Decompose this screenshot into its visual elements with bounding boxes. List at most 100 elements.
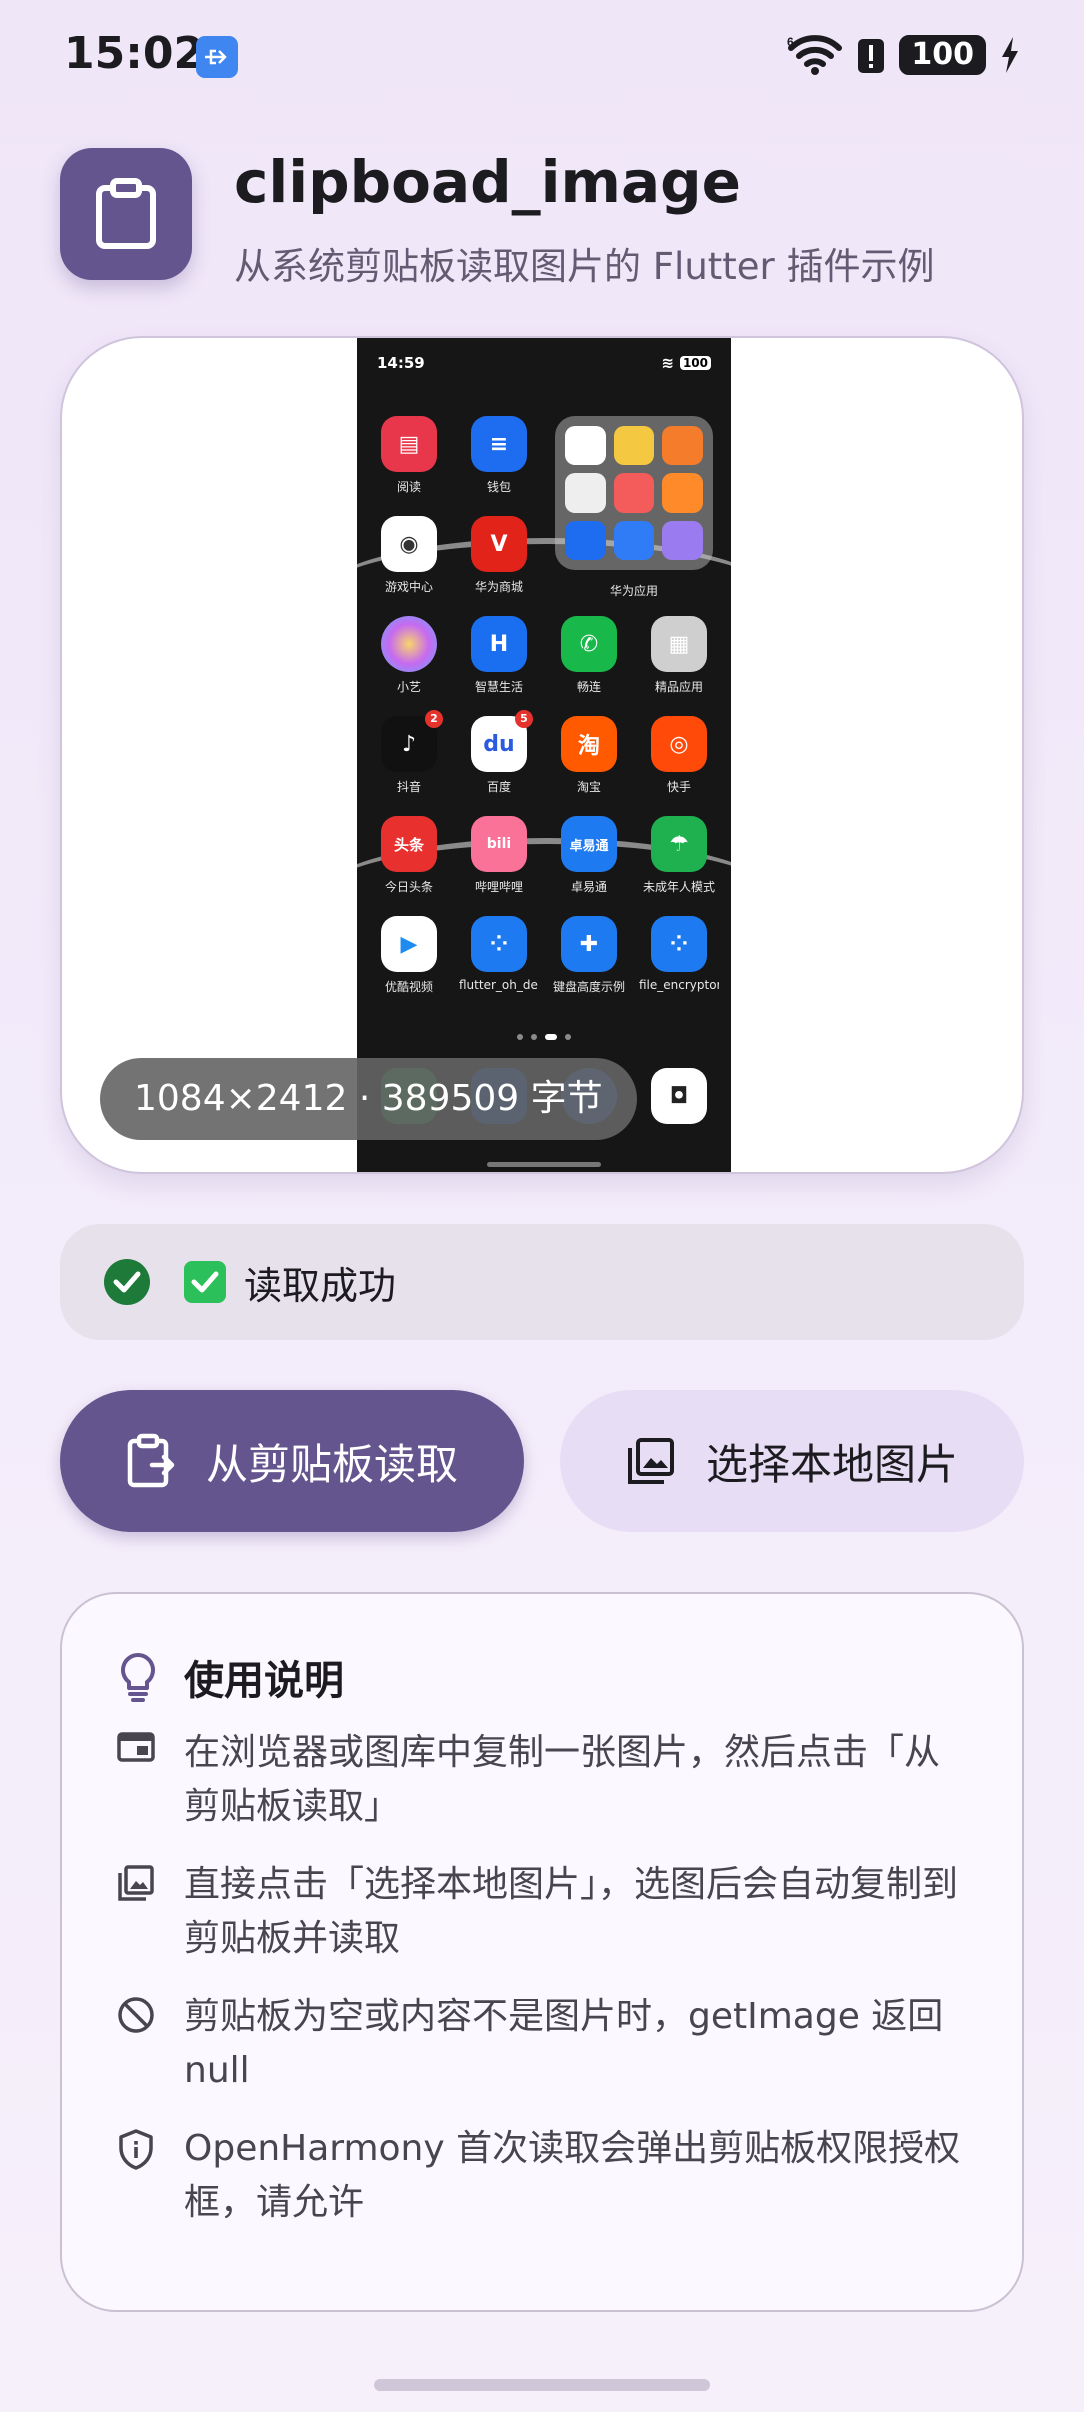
preview-battery: 100 [679, 356, 711, 370]
grid-app-icon: ⁘ [471, 916, 527, 972]
preview-badge: 5 [515, 710, 533, 728]
umbrella-icon: ☂ [651, 816, 707, 872]
status-text: 读取成功 [244, 1263, 397, 1308]
image-size-label: 1084×2412 · 389509 字节 [100, 1058, 637, 1140]
youku-icon: ▶ [381, 916, 437, 972]
pick-local-image-button[interactable]: 选择本地图片 [560, 1390, 1024, 1532]
preview-app: ◎ 快手 [639, 716, 719, 795]
success-icon [104, 1259, 150, 1305]
preview-app: bili 哔哩哔哩 [459, 816, 539, 895]
smart-life-icon: H [471, 616, 527, 672]
tip-text: 在浏览器或图库中复制一张图片，然后点击「从剪贴板读取」 [184, 1732, 941, 1827]
preview-app: 淘淘宝 [549, 716, 629, 795]
assistant-icon [381, 616, 437, 672]
paste-icon [127, 1433, 175, 1488]
preview-app-label: 钱包 [486, 480, 511, 494]
preview-page-dots [357, 1034, 731, 1040]
preview-app: ✆ 畅连 [549, 616, 629, 695]
block-icon [114, 1990, 158, 2098]
instructions-card: 使用说明 在浏览器或图库中复制一张图片，然后点击「从剪贴板读取」 直接点击「选择… [60, 1592, 1024, 2312]
grid-app-icon: ⁘ [651, 916, 707, 972]
preview-folder-label: 华为应用 [594, 576, 674, 599]
preview-app: ⁘ flutter_oh_de... [459, 916, 539, 992]
preview-app: 卓易通 卓易通 [549, 816, 629, 895]
preview-app: H 智慧生活 [459, 616, 539, 695]
tip-item: 在浏览器或图库中复制一张图片，然后点击「从剪贴板读取」 [114, 1726, 972, 1834]
preview-app-label: 华为应用 [609, 584, 658, 598]
tip-text: OpenHarmony 首次读取会弹出剪贴板权限授权框，请允许 [184, 2128, 961, 2223]
book-icon: ▤ [381, 416, 437, 472]
taobao-icon: 淘 [561, 716, 617, 772]
gallery-icon [114, 1858, 158, 1966]
pick-local-label: 选择本地图片 [705, 1439, 958, 1489]
charging-icon [1002, 37, 1018, 73]
kuaishou-icon: ◎ [651, 716, 707, 772]
preview-app-label: 百度 [486, 780, 511, 794]
douyin-icon: ♪ 2 [381, 710, 443, 772]
battery-icon: 100 [899, 35, 986, 75]
toutiao-icon: 头条 [381, 816, 437, 872]
call-icon: ✆ [561, 616, 617, 672]
preview-app: du 5 百度 [459, 710, 539, 795]
app-gallery-icon: ▦ [651, 616, 707, 672]
status-bar: 15:02 6 100 [0, 0, 1084, 110]
preview-status-bar: 14:59 ≋ 100 [377, 348, 711, 378]
check-mark-icon [184, 1261, 226, 1303]
preview-app: V 华为商城 [459, 516, 539, 595]
app-subtitle: 从系统剪贴板读取图片的 Flutter 插件示例 [234, 245, 935, 288]
preview-badge: 2 [425, 710, 443, 728]
preview-app-label: 抖音 [396, 780, 421, 794]
baidu-icon: du 5 [471, 710, 533, 772]
preview-app-label: 卓易通 [570, 880, 607, 894]
preview-app: 头条 今日头条 [369, 816, 449, 895]
photo-library-icon [627, 1438, 674, 1484]
preview-app-label: 畅连 [576, 680, 601, 694]
preview-app: ✚ 键盘高度示例 [549, 916, 629, 995]
preview-home-indicator [487, 1162, 601, 1167]
bilibili-icon: bili [471, 816, 527, 872]
preview-app-label: 哔哩哔哩 [474, 880, 523, 894]
gamepad-icon: ◉ [381, 516, 437, 572]
preview-app: ⁘ file_encryptor... [639, 916, 719, 992]
lightbulb-icon [121, 1653, 155, 1702]
preview-app: ≡ 钱包 [459, 416, 539, 495]
shield-icon [114, 2122, 158, 2230]
read-status: 读取成功 [60, 1224, 1024, 1340]
preview-app: ▤ 阅读 [369, 416, 449, 495]
preview-folder [555, 416, 713, 570]
preview-app-label: 今日头条 [384, 880, 433, 894]
image-preview-card: 14:59 ≋ 100 ▤ 阅读 ≡ 钱包 华为应用 ◉ 游戏中心 V 华为商城 小艺 … [60, 336, 1024, 1174]
preview-app-label: 优酷视频 [384, 980, 433, 994]
preview-app: ▦ 精品应用 [639, 616, 719, 695]
preview-app: ☂ 未成年人模式 [639, 816, 719, 895]
preview-app-label: 未成年人模式 [642, 880, 715, 894]
preview-app: 小艺 [369, 616, 449, 695]
gesture-bar[interactable] [374, 2379, 710, 2391]
read-clipboard-label: 从剪贴板读取 [205, 1439, 458, 1489]
preview-dock-app: ◘ [639, 1068, 719, 1124]
preview-app-label: 华为商城 [474, 580, 523, 594]
read-clipboard-button[interactable]: 从剪贴板读取 [60, 1390, 524, 1532]
vmall-icon: V [471, 516, 527, 572]
status-time: 15:02 [64, 28, 205, 79]
preview-app-label: 小艺 [396, 680, 421, 694]
preview-app: ◉ 游戏中心 [369, 516, 449, 595]
svg-text:6: 6 [787, 35, 794, 49]
clipboard-image: 14:59 ≋ 100 ▤ 阅读 ≡ 钱包 华为应用 ◉ 游戏中心 V 华为商城 小艺 … [357, 338, 731, 1172]
tip-text: 剪贴板为空或内容不是图片时，getImage 返回 null [184, 1996, 944, 2091]
tip-item: OpenHarmony 首次读取会弹出剪贴板权限授权框，请允许 [114, 2122, 972, 2230]
preview-app-label: 阅读 [396, 480, 421, 494]
instructions-title: 使用说明 [184, 1658, 344, 1704]
preview-app-label: 精品应用 [654, 680, 703, 694]
preview-app: ▶ 优酷视频 [369, 916, 449, 995]
tip-text: 直接点击「选择本地图片」，选图后会自动复制到剪贴板并读取 [184, 1864, 959, 1959]
preview-app-label: file_encryptor... [639, 978, 719, 992]
preview-app-label: 淘宝 [576, 780, 601, 794]
preview-app-label: flutter_oh_de... [459, 978, 539, 992]
preview-app-label: 快手 [666, 780, 691, 794]
camera-icon: ◘ [651, 1068, 707, 1124]
app-title: clipboad_image [234, 148, 741, 216]
preview-app: ♪ 2 抖音 [369, 710, 449, 795]
preview-wifi-icon: ≋ [661, 354, 674, 372]
wallet-icon: ≡ [471, 416, 527, 472]
